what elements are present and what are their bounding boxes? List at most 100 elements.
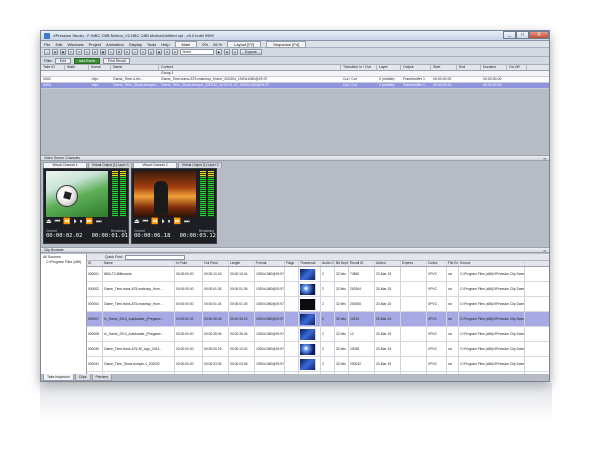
clip-thumbnail[interactable] [300, 299, 316, 310]
rewind-icon[interactable]: ⏪ [151, 219, 158, 225]
clip-thumbnail[interactable] [300, 269, 316, 280]
text-icon[interactable]: T [140, 49, 146, 55]
col-id[interactable]: ID [87, 261, 103, 266]
table-row[interactable]: 000040 Game_Time-trans-AT5-30_logo_2014..… [87, 342, 549, 357]
edit-button[interactable]: Edit [54, 57, 71, 64]
col-transition[interactable]: Transition In / Out [341, 65, 377, 70]
skip-start-icon[interactable]: ⏮ [143, 219, 148, 225]
col-take-id[interactable]: Take ID [41, 65, 65, 70]
stop-icon[interactable]: ■ [224, 49, 230, 55]
clip-thumbnail[interactable] [300, 359, 316, 370]
table-row[interactable]: 000002 Game_Time-trans-AT5-matchup_Hom...… [87, 282, 549, 297]
open-icon[interactable]: ▤ [52, 49, 58, 55]
col-output[interactable]: Output [401, 65, 431, 70]
col-flags[interactable]: Flags [285, 261, 299, 266]
tab-sequence[interactable]: Sequence [F4] [266, 40, 307, 48]
table-row[interactable]: 000004 Game_Time-trans-AT5-matchup_Hom...… [87, 297, 549, 312]
eject-icon[interactable]: ⏏ [134, 219, 140, 225]
project-dropdown[interactable]: Jered [180, 49, 214, 55]
col-bit-depth[interactable]: Bit Depth [335, 261, 349, 266]
cut-icon[interactable]: ✂ [84, 49, 90, 55]
shape-icon[interactable]: ◻ [148, 49, 154, 55]
scale-icon[interactable]: ⤢ [132, 49, 138, 55]
col-codec[interactable]: Codec [427, 261, 447, 266]
close-button[interactable]: X [529, 31, 549, 39]
pause-icon[interactable]: ⏸ [80, 219, 83, 225]
rewind-icon[interactable]: ⏪ [63, 219, 70, 225]
clip-thumbnail[interactable] [300, 329, 316, 340]
fast-forward-icon[interactable]: ⏩ [86, 219, 93, 225]
play-icon[interactable]: ▶ [216, 49, 222, 55]
tab-preview[interactable]: Preview [91, 374, 112, 381]
grid-icon[interactable]: # [172, 49, 178, 55]
menu-tools[interactable]: Tools [147, 42, 156, 47]
tab-layout[interactable]: Layout [F2] [227, 40, 262, 48]
col-source[interactable]: Source [459, 261, 525, 266]
play-icon[interactable]: ⏵ [74, 219, 77, 225]
menu-animation[interactable]: Animation [106, 42, 124, 47]
col-in-point[interactable]: In Point [175, 261, 203, 266]
col-state[interactable]: State [65, 65, 89, 70]
menu-project[interactable]: Project [89, 42, 101, 47]
col-content[interactable]: Content [159, 65, 341, 70]
pause-icon[interactable]: ⏸ [168, 219, 171, 225]
quick-find-input[interactable] [124, 254, 185, 260]
menu-help[interactable]: Help [161, 42, 169, 47]
skip-end-icon[interactable]: ⏭ [96, 219, 101, 225]
explore-button[interactable]: Explore [240, 49, 262, 55]
col-name[interactable]: Name [111, 65, 159, 70]
col-thumbnail[interactable]: Thumbnail [299, 261, 321, 266]
col-name[interactable]: Name [103, 261, 175, 266]
table-row[interactable]: 000042Game_Time-trans-AT5-matchup_Hom...… [87, 372, 549, 374]
pin-icon[interactable]: ▫▪ [543, 248, 546, 253]
tab-take-inspector[interactable]: Take Inspector [43, 374, 74, 381]
col-format[interactable]: Format [255, 261, 285, 266]
zoom-field[interactable]: 26 % [213, 42, 222, 47]
col-on-off[interactable]: On-Off [507, 65, 527, 70]
col-file-ext[interactable]: File Ext [447, 261, 459, 266]
col-expires[interactable]: Expires [401, 261, 427, 266]
move-icon[interactable]: ✥ [116, 49, 122, 55]
table-row-selected[interactable]: 0003 <tfp> Game_Time_Show-bumpin-... Gam… [41, 83, 549, 89]
skip-end-icon[interactable]: ⏭ [184, 219, 189, 225]
tab-clips[interactable]: Clips [74, 374, 91, 381]
light-icon[interactable]: ☀ [164, 49, 170, 55]
pin-icon[interactable]: ▫▪ [543, 156, 546, 161]
col-added[interactable]: Added [375, 261, 401, 266]
undo-icon[interactable]: ↶ [68, 49, 74, 55]
menu-windows[interactable]: Windows [67, 42, 83, 47]
record-icon[interactable]: ● [232, 49, 238, 55]
copy-icon[interactable]: ⧉ [92, 49, 98, 55]
source-program-files[interactable]: C:\Program Files (x86) [43, 260, 84, 265]
camera-icon[interactable]: ◉ [156, 49, 162, 55]
table-row[interactable]: 000001 NBA-TV-Billboards 00:00:00.00 00:00:… [87, 267, 549, 282]
new-icon[interactable]: ▫ [44, 49, 50, 55]
minimize-button[interactable]: _ [503, 31, 516, 39]
fast-forward-icon[interactable]: ⏩ [174, 219, 181, 225]
play-icon[interactable]: ⏵ [162, 219, 165, 225]
tab-main[interactable]: Main [174, 40, 198, 48]
col-recall-id[interactable]: Recall ID [349, 261, 375, 266]
col-audio-ch[interactable]: Audio Ch [321, 261, 335, 266]
menu-file[interactable]: File [44, 42, 50, 47]
clip-thumbnail[interactable] [300, 344, 316, 355]
skip-start-icon[interactable]: ⏮ [55, 219, 60, 225]
clip-thumbnail[interactable] [300, 284, 316, 295]
col-out-point[interactable]: Out Point [203, 261, 229, 266]
table-row-selected[interactable]: 000007 In_Game_2014_Autoloader_(Pregame..… [87, 312, 549, 327]
menu-display[interactable]: Display [129, 42, 142, 47]
save-icon[interactable]: ▣ [60, 49, 66, 55]
col-end[interactable]: End [457, 65, 481, 70]
find-recall-button[interactable]: Find Recall [102, 57, 131, 64]
col-length[interactable]: Length [229, 261, 255, 266]
col-duration[interactable]: Duration [481, 65, 507, 70]
paste-icon[interactable]: ▦ [100, 49, 106, 55]
table-row[interactable]: 000008 In_Game_2014_Autoloader_(Pregame..… [87, 327, 549, 342]
table-row[interactable]: 000041 Game_Time_Show-bumpin-1_200032 00:0… [87, 357, 549, 372]
col-start[interactable]: Start [431, 65, 457, 70]
eject-icon[interactable]: ⏏ [46, 219, 52, 225]
clip-thumbnail[interactable] [300, 314, 316, 325]
menu-edit[interactable]: Edit [55, 42, 62, 47]
col-scene[interactable]: Scene [89, 65, 111, 70]
maximize-button[interactable]: □ [516, 31, 529, 39]
